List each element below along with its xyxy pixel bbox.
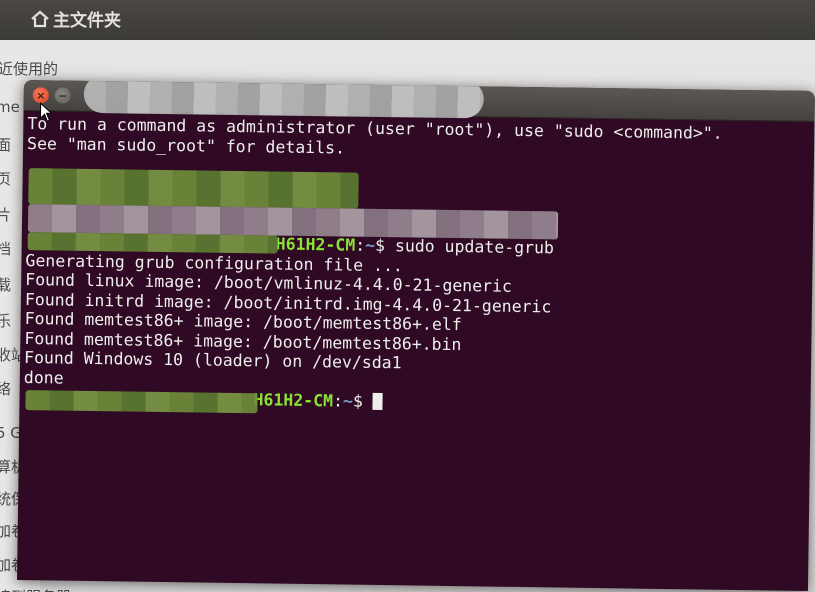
nautilus-header: 主文件夹: [0, 0, 815, 40]
sidebar-item[interactable]: 片: [0, 204, 11, 225]
minimize-icon: −: [58, 88, 68, 103]
redacted-title: [83, 80, 485, 119]
sidebar-item[interactable]: 档: [0, 238, 11, 259]
sidebar-item[interactable]: 近使用的: [0, 58, 58, 79]
text-cursor: [372, 392, 383, 411]
home-icon: [30, 10, 50, 28]
sidebar-item[interactable]: me: [0, 98, 20, 116]
screen: 主文件夹 近使用的me面页片档载乐收站络5 GB算机统保加卷加卷接到服务器 × …: [0, 0, 815, 592]
redacted-prompt: [27, 232, 278, 254]
redacted-prompt: [28, 168, 359, 209]
prompt-sign: $: [352, 391, 373, 411]
sidebar-item[interactable]: 面: [0, 134, 11, 155]
home-label: 主文件夹: [53, 11, 121, 31]
prompt-host: H61H2-CM: [275, 234, 356, 255]
prompt-host: H61H2-CM: [253, 390, 334, 411]
sidebar-item[interactable]: 页: [0, 168, 11, 189]
sidebar-item[interactable]: 乐: [0, 310, 11, 331]
sidebar-item[interactable]: 络: [0, 378, 11, 399]
prompt-sign: $: [374, 235, 396, 256]
close-icon: ×: [36, 88, 46, 102]
minimize-button[interactable]: −: [54, 87, 71, 104]
home-breadcrumb[interactable]: 主文件夹: [30, 6, 121, 31]
sidebar-item[interactable]: 接到服务器: [0, 586, 71, 592]
command-text: sudo update-grub: [394, 236, 555, 258]
terminal-window[interactable]: × − To run a command as administrator (u…: [17, 80, 815, 591]
redacted-prompt: [25, 390, 258, 414]
sidebar-item[interactable]: 载: [0, 274, 11, 295]
close-button[interactable]: ×: [32, 87, 49, 104]
